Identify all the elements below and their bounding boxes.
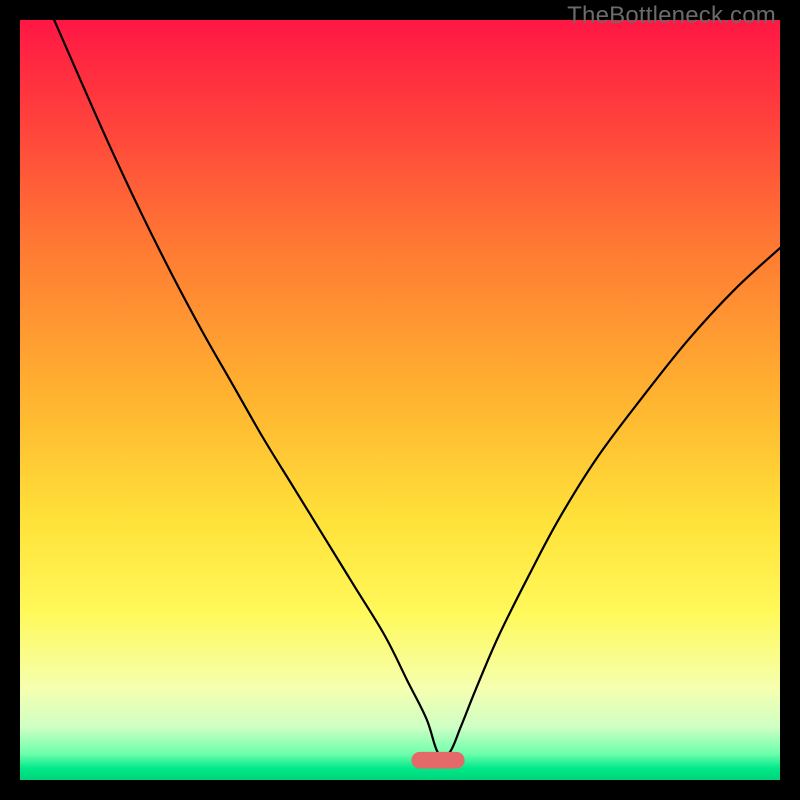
chart-frame <box>20 20 780 780</box>
annotation-layer <box>411 752 464 769</box>
bottleneck-chart <box>20 20 780 780</box>
watermark-text: TheBottleneck.com <box>567 2 776 30</box>
marker-pill <box>411 752 464 769</box>
